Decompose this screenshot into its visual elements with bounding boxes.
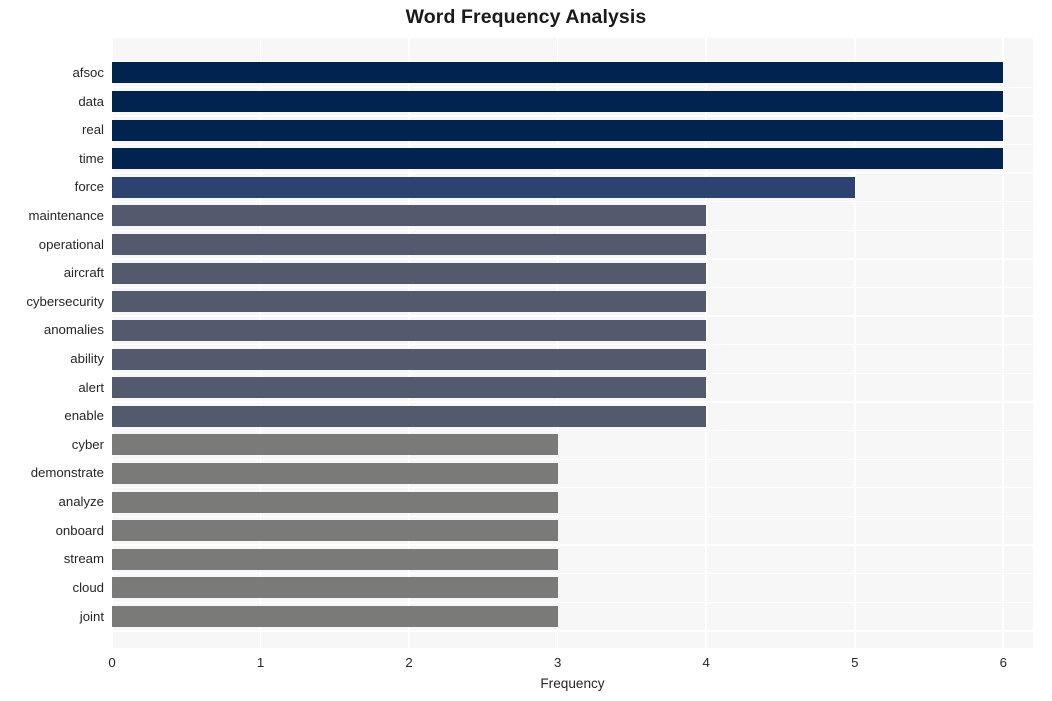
y-tick-label: ability [70, 351, 104, 367]
y-tick-label: enable [64, 408, 104, 424]
x-axis-title: Frequency [540, 676, 605, 691]
x-tick-label: 5 [851, 655, 859, 670]
bars-layer [112, 38, 1033, 648]
x-tick-label: 0 [108, 655, 116, 670]
bar [112, 148, 1004, 170]
y-tick-label: stream [63, 551, 104, 567]
bar [112, 577, 558, 599]
y-tick-label: anomalies [43, 322, 104, 338]
y-tick-label: time [79, 150, 104, 166]
bar [112, 462, 558, 484]
y-tick-label: aircraft [63, 265, 104, 281]
y-tick-label: cybersecurity [26, 293, 104, 309]
word-frequency-bar-chart: Word Frequency Analysis afsoc data real tim… [0, 0, 1052, 701]
x-tick-label: 4 [702, 655, 710, 670]
bar [112, 377, 707, 399]
bar [112, 606, 558, 628]
x-tick-label: 3 [553, 655, 562, 670]
y-tick-label: force [74, 179, 104, 195]
bar [112, 520, 558, 542]
y-tick-label: real [82, 122, 104, 138]
y-tick-label: demonstrate [30, 465, 104, 481]
y-tick-label: joint [79, 608, 104, 624]
bar [112, 434, 558, 456]
y-tick-label: cloud [72, 579, 104, 595]
bar [112, 205, 707, 227]
bar [112, 176, 855, 198]
y-tick-label: maintenance [28, 207, 104, 223]
bar [112, 119, 1004, 141]
x-tick-label: 6 [999, 655, 1007, 670]
plot-area [112, 38, 1033, 648]
bar [112, 405, 707, 427]
y-tick-label: operational [38, 236, 104, 252]
y-tick-label: afsoc [72, 64, 104, 80]
bar [112, 348, 707, 370]
y-tick-label: cyber [71, 436, 104, 452]
x-tick-label: 1 [256, 655, 265, 670]
bar [112, 491, 558, 513]
y-tick-label: analyze [58, 494, 104, 510]
y-axis-tick-labels: afsoc data real time force maintenance operati… [0, 38, 104, 648]
bar [112, 62, 1004, 84]
bar [112, 291, 707, 313]
chart-title: Word Frequency Analysis [405, 6, 647, 28]
bar [112, 262, 707, 284]
y-tick-label: alert [78, 379, 104, 395]
y-tick-label: onboard [55, 522, 104, 538]
bar [112, 319, 707, 341]
bar [112, 234, 707, 256]
bar [112, 91, 1004, 113]
x-axis: Frequency 0 1 2 3 4 5 6 [0, 648, 1052, 701]
y-tick-label: data [78, 93, 104, 109]
x-tick-label: 2 [405, 655, 413, 670]
bar [112, 548, 558, 570]
